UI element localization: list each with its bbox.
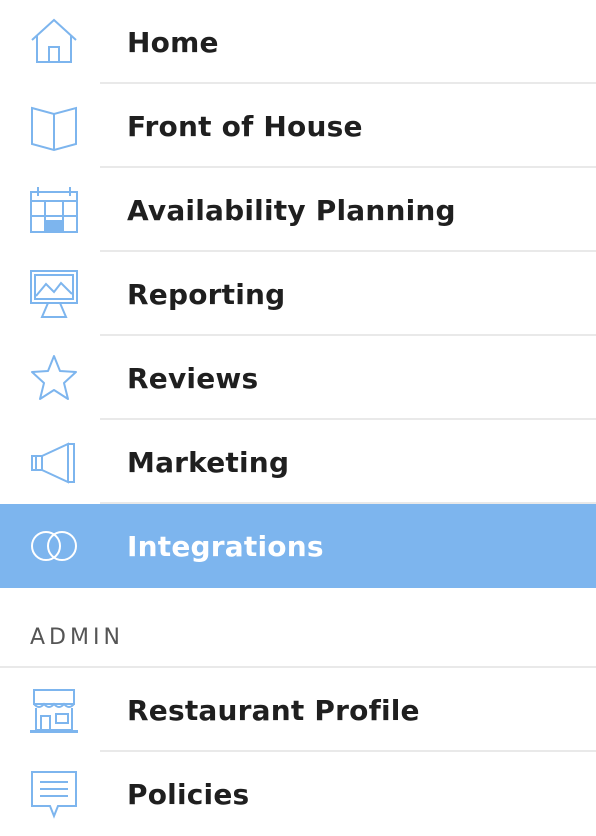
interlocking-rings-icon [28, 520, 80, 572]
document-chat-icon [28, 768, 80, 820]
nav-item-label: Integrations [127, 529, 324, 563]
nav-item-marketing[interactable]: Marketing [0, 420, 596, 504]
nav-item-home[interactable]: Home [0, 0, 596, 84]
nav-item-availability-planning[interactable]: Availability Planning [0, 168, 596, 252]
nav-item-label: Reviews [127, 361, 259, 395]
nav-item-front-of-house[interactable]: Front of House [0, 84, 596, 168]
nav-item-reporting[interactable]: Reporting [0, 252, 596, 336]
nav-item-label: Reporting [127, 277, 286, 311]
nav-item-integrations[interactable]: Integrations [0, 504, 596, 588]
star-icon [28, 352, 80, 404]
nav-item-label: Policies [127, 777, 250, 811]
nav-item-reviews[interactable]: Reviews [0, 336, 596, 420]
storefront-icon [28, 684, 80, 736]
nav-item-label: Marketing [127, 445, 290, 479]
home-icon [28, 16, 80, 68]
nav-item-label: Restaurant Profile [127, 693, 420, 727]
calendar-icon [28, 184, 80, 236]
sidebar-nav: Home Front of House Availability Plannin… [0, 0, 596, 836]
presentation-chart-icon [28, 268, 80, 320]
map-icon [28, 100, 80, 152]
nav-item-label: Home [127, 25, 219, 59]
nav-item-label: Availability Planning [127, 193, 456, 227]
nav-item-restaurant-profile[interactable]: Restaurant Profile [0, 668, 596, 752]
megaphone-icon [28, 436, 80, 488]
section-title: ADMIN [30, 625, 124, 650]
nav-item-policies[interactable]: Policies [0, 752, 596, 836]
nav-item-label: Front of House [127, 109, 363, 143]
section-header-admin: ADMIN [0, 588, 596, 668]
